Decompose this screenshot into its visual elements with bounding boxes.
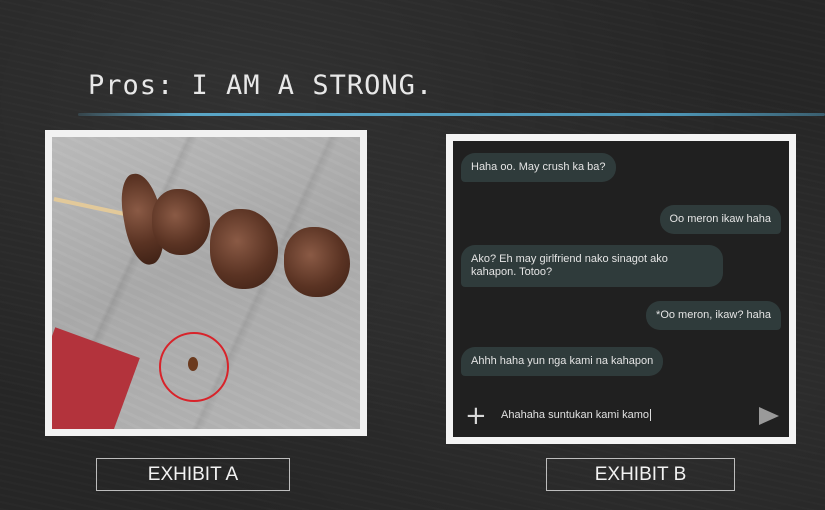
text-caret <box>649 409 651 422</box>
exhibit-b-chat-frame: Haha oo. May crush ka ba? Oo meron ikaw … <box>446 134 796 444</box>
compose-bar: + Ahahaha suntukan kami kamo <box>453 395 789 437</box>
message-bubble: Oo meron ikaw haha <box>659 205 781 234</box>
exhibit-a-photo <box>52 137 360 429</box>
meat-piece <box>284 227 350 297</box>
send-icon[interactable] <box>759 407 779 425</box>
message-bubble: *Oo meron, ikaw? haha <box>646 301 781 330</box>
plus-icon[interactable]: + <box>465 403 487 429</box>
message-bubble: Ahhh haha yun nga kami na kahapon <box>461 347 664 376</box>
exhibit-b-label: EXHIBIT B <box>546 458 735 491</box>
message-bubble: Ako? Eh may girlfriend nako sinagot ako … <box>461 245 723 287</box>
message-bubble: Haha oo. May crush ka ba? <box>461 153 616 182</box>
chat-screen: Haha oo. May crush ka ba? Oo meron ikaw … <box>453 141 789 437</box>
title-underline <box>78 113 825 116</box>
meat-piece <box>210 209 278 289</box>
slide-title: Pros: I AM A STRONG. <box>88 70 434 101</box>
cockroach <box>188 357 198 371</box>
meat-piece <box>152 189 210 255</box>
message-input[interactable]: Ahahaha suntukan kami kamo <box>501 409 651 422</box>
red-curb <box>52 327 140 429</box>
exhibit-a-photo-frame <box>45 130 367 436</box>
exhibit-a-label: EXHIBIT A <box>96 458 290 491</box>
